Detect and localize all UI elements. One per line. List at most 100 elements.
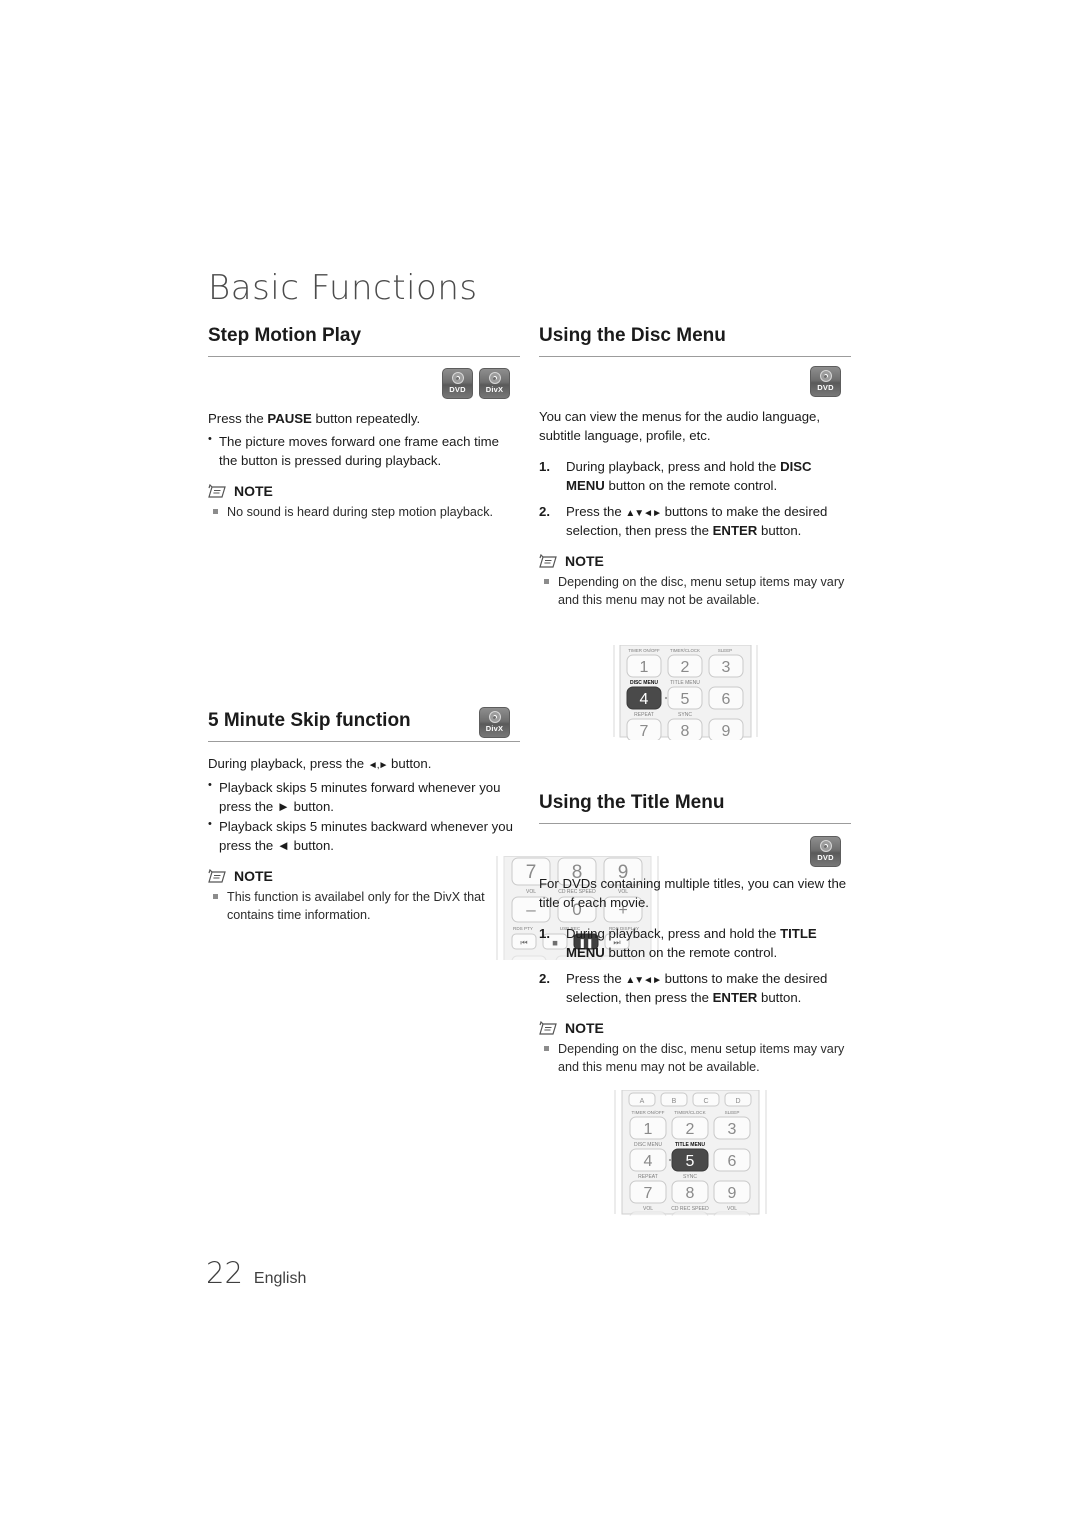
note-icon xyxy=(539,1020,557,1035)
disc-menu-intro: You can view the menus for the audio lan… xyxy=(539,409,821,444)
svg-text:4: 4 xyxy=(644,1153,653,1170)
svg-text:7: 7 xyxy=(640,723,649,740)
svg-text:6: 6 xyxy=(728,1153,737,1170)
svg-text:SLEEP: SLEEP xyxy=(725,1110,740,1115)
badge-row-title-menu: DVD xyxy=(539,824,851,874)
skip5-intro: During playback, press the ◄,► button. xyxy=(208,754,520,774)
text-run: Press the xyxy=(566,970,626,986)
text-run: button on the remote control. xyxy=(604,945,778,961)
text-run-bold: ENTER xyxy=(712,523,758,539)
disc-badge-dvd: DVD xyxy=(810,836,841,867)
step-motion-bullets: The picture moves forward one frame each… xyxy=(208,432,520,470)
svg-text:4: 4 xyxy=(640,691,649,708)
numbered-step: 1. During playback, press and hold the TI… xyxy=(539,924,851,962)
disc-icon xyxy=(488,711,501,723)
footer-language: English xyxy=(253,1270,307,1287)
svg-text:3: 3 xyxy=(722,659,731,676)
note-item: This function is availabel only for the … xyxy=(208,888,520,925)
svg-text:TITLE MENU: TITLE MENU xyxy=(675,1142,705,1148)
text-run: Press the xyxy=(566,503,626,519)
svg-text:5: 5 xyxy=(681,691,690,708)
svg-text:7: 7 xyxy=(526,862,537,883)
svg-text:C: C xyxy=(703,1098,708,1105)
text-run: Press the xyxy=(208,411,268,426)
section-heading-step-motion: Step Motion Play xyxy=(208,325,520,357)
section-skip5: 5 Minute Skip function DivX During playb… xyxy=(208,707,520,925)
text-run-bold: PAUSE xyxy=(267,411,312,426)
note-label: NOTE xyxy=(565,1020,604,1037)
title-menu-steps: 1. During playback, press and hold the TI… xyxy=(539,924,851,1007)
disc-badge-dvd: DVD xyxy=(810,366,841,397)
arrow-glyphs: ◄,► xyxy=(367,760,389,771)
step-number: 1. xyxy=(539,926,550,942)
section-title-menu: Using the Title Menu DVD For DVDs contai… xyxy=(539,792,851,1077)
svg-text:DISC MENU: DISC MENU xyxy=(634,1142,662,1148)
disc-icon xyxy=(451,372,464,384)
section-heading-disc-menu: Using the Disc Menu xyxy=(539,325,851,357)
list-item: Playback skips 5 minutes backward whenev… xyxy=(208,817,520,855)
note-heading: NOTE xyxy=(208,483,520,499)
skip5-bullets: Playback skips 5 minutes forward wheneve… xyxy=(208,778,520,856)
remote-illustration-disc-menu: TIMER ON/OFF TIMER/CLOCK SLEEP 1 2 3 DIS… xyxy=(608,645,763,740)
note-block-skip5: NOTE This function is availabel only for… xyxy=(208,868,520,925)
svg-text:RDS PTY: RDS PTY xyxy=(513,926,533,931)
heading-text: 5 Minute Skip function xyxy=(208,710,411,731)
step-number: 1. xyxy=(539,459,550,475)
list-item: Playback skips 5 minutes forward wheneve… xyxy=(208,778,520,816)
note-label: NOTE xyxy=(565,553,604,570)
disc-icon xyxy=(819,840,832,852)
svg-text:9: 9 xyxy=(728,1185,737,1202)
svg-text:REPEAT: REPEAT xyxy=(638,1174,658,1180)
svg-text:DISC MENU: DISC MENU xyxy=(630,680,658,686)
right-column: Using the Disc Menu DVD You can view the… xyxy=(539,325,851,1220)
page-footer: 22 English xyxy=(206,1256,306,1290)
page-title: Basic Functions xyxy=(208,268,478,308)
badge-row-disc-menu: DVD xyxy=(539,357,851,407)
svg-text:REPEAT: REPEAT xyxy=(634,712,654,718)
disc-menu-steps: 1. During playback, press and hold the DI… xyxy=(539,457,851,540)
disc-icon xyxy=(819,370,832,382)
note-items: No sound is heard during step motion pla… xyxy=(208,503,520,521)
svg-text:TIMER/CLOCK: TIMER/CLOCK xyxy=(674,1110,706,1115)
step-number: 2. xyxy=(539,503,550,519)
svg-text:5: 5 xyxy=(686,1153,695,1170)
text-run: During playback, press and hold the xyxy=(566,459,781,475)
svg-text:VOL: VOL xyxy=(526,889,536,895)
note-items: This function is availabel only for the … xyxy=(208,888,520,925)
section-heading-skip5: 5 Minute Skip function DivX xyxy=(208,707,520,742)
badge-label: DivX xyxy=(485,385,504,394)
arrow-glyphs: ▲▼◄► xyxy=(625,507,662,519)
disc-badge-dvd: DVD xyxy=(442,368,473,399)
step-motion-intro: Press the PAUSE button repeatedly. xyxy=(208,409,520,428)
svg-text:TIMER/CLOCK: TIMER/CLOCK xyxy=(670,648,700,653)
left-column: Step Motion Play DVD DivX Press the PAUS… xyxy=(208,325,665,971)
badge-label: DVD xyxy=(817,383,834,392)
page-number: 22 xyxy=(206,1256,243,1290)
disc-badge-divx: DivX xyxy=(479,707,510,738)
svg-text:1: 1 xyxy=(644,1121,653,1138)
note-icon xyxy=(208,868,226,883)
note-item: Depending on the disc, menu setup items … xyxy=(539,1040,851,1077)
svg-text:A: A xyxy=(640,1098,645,1105)
arrow-glyphs: ▲▼◄► xyxy=(625,974,662,986)
svg-text:2: 2 xyxy=(686,1121,695,1138)
list-item: The picture moves forward one frame each… xyxy=(208,432,520,470)
note-label: NOTE xyxy=(234,483,273,500)
note-icon xyxy=(539,553,557,568)
note-block-title-menu: NOTE Depending on the disc, menu setup i… xyxy=(539,1020,851,1077)
note-item: No sound is heard during step motion pla… xyxy=(208,503,520,521)
svg-text:6: 6 xyxy=(722,691,731,708)
badge-row-step-motion: DVD DivX xyxy=(208,357,520,409)
remote-illustration-title-menu: A B C D TIMER ON/OFF TIMER/CLOCK SLEEP 1… xyxy=(608,1090,773,1220)
numbered-step: 1. During playback, press and hold the DI… xyxy=(539,457,851,495)
svg-text:D: D xyxy=(735,1098,740,1105)
disc-icon xyxy=(488,372,501,384)
svg-text:SYNC: SYNC xyxy=(683,1174,697,1180)
text-run: button on the remote control. xyxy=(604,478,778,494)
svg-text:TIMER ON/OFF: TIMER ON/OFF xyxy=(628,648,660,653)
note-block-step-motion: NOTE No sound is heard during step motio… xyxy=(208,483,520,521)
svg-text:CD REC SPEED: CD REC SPEED xyxy=(671,1206,709,1212)
svg-text:SLEEP: SLEEP xyxy=(718,648,732,653)
svg-text:2: 2 xyxy=(681,659,690,676)
svg-text:SYNC: SYNC xyxy=(678,712,692,718)
